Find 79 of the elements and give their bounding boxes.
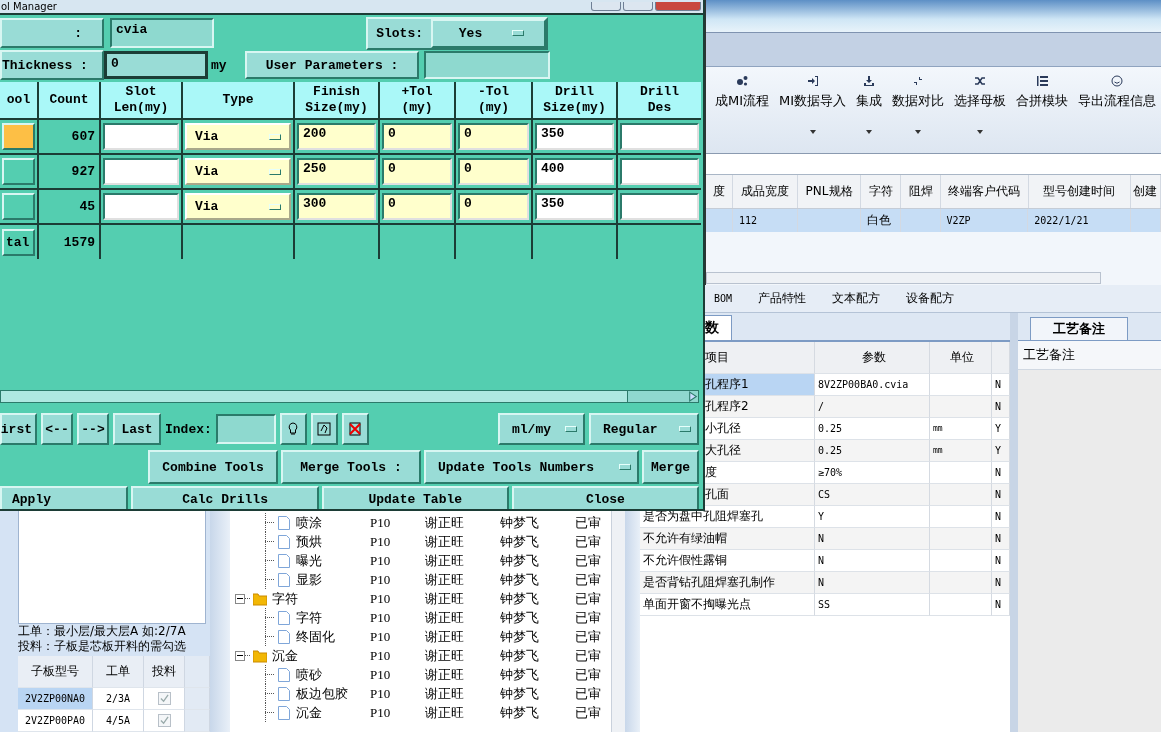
table-cell: 白色 [866, 212, 891, 229]
merge-tools-label: Merge Tools : [281, 450, 421, 484]
table-cell-text: 钟梦飞 [500, 513, 540, 532]
table-cell-text: 已审 [575, 665, 602, 684]
unit-label: my [210, 57, 228, 73]
column-header: Count [39, 82, 99, 118]
table-cell-text: 已审 [575, 589, 602, 608]
count-cell: 607 [71, 129, 95, 144]
column-header: Drill Des [618, 82, 701, 118]
table-cell-text: 钟梦飞 [500, 608, 540, 627]
table-cell: 112 [738, 215, 757, 226]
thickness-label: Thickness : [0, 50, 104, 80]
table-cell-text: 钟梦飞 [500, 551, 540, 570]
hint-text: 工单：最小层/最大层A 如:2/7A [18, 624, 187, 639]
table-cell: / [815, 396, 930, 418]
table-cell-text: 谢正旺 [425, 703, 465, 722]
slots-label: Slots: [376, 25, 423, 41]
count-cell: 1579 [63, 234, 95, 250]
count-cell: 45 [79, 199, 95, 214]
table-cell-text: P10 [370, 589, 392, 608]
table-cell: 2/3A [93, 688, 144, 710]
table-cell-text: 已审 [575, 703, 602, 722]
table-cell: CS [815, 484, 930, 506]
column-header: Finish Size(my) [295, 82, 378, 118]
table-cell: 0.25 [815, 440, 930, 462]
table-cell-text: 已审 [575, 646, 602, 665]
table-cell-text: 钟梦飞 [500, 703, 540, 722]
table-cell-text: 谢正旺 [425, 589, 465, 608]
table-cell-text: 已审 [575, 513, 602, 532]
table-cell-text: 钟梦飞 [500, 570, 540, 589]
column-header: Drill Size(my) [533, 82, 616, 118]
table-cell: 2022/1/21 [1034, 215, 1089, 226]
table-cell-text: P10 [370, 665, 392, 684]
table-cell-text: 钟梦飞 [500, 627, 540, 646]
table-cell: 4/5A [93, 710, 144, 732]
index-label: Index: [165, 421, 212, 437]
table-cell: mm [930, 440, 992, 462]
table-cell-text: 谢正旺 [425, 646, 465, 665]
table-cell-text: P10 [370, 703, 392, 722]
table-cell-text: 已审 [575, 608, 602, 627]
table-cell-text: P10 [370, 513, 392, 532]
table-cell: V2ZP [946, 215, 971, 226]
table-cell-text: 谢正旺 [425, 608, 465, 627]
table-cell-text: P10 [370, 684, 392, 703]
table-cell: N [815, 572, 930, 594]
table-cell-text: 已审 [575, 551, 602, 570]
table-cell-text: 钟梦飞 [500, 532, 540, 551]
table-cell-text: 钟梦飞 [500, 646, 540, 665]
count-cell: 927 [71, 164, 95, 179]
table-cell: N [815, 528, 930, 550]
table-cell-text: 已审 [575, 532, 602, 551]
table-cell-text: 已审 [575, 684, 602, 703]
column-header: Slot Len(my) [101, 82, 181, 118]
table-cell-text: 谢正旺 [425, 627, 465, 646]
column-header: -Tol (my) [456, 82, 531, 118]
column-header: ool [0, 82, 37, 118]
table-cell-text: P10 [370, 608, 392, 627]
table-cell-text: 谢正旺 [425, 665, 465, 684]
table-cell-text: 谢正旺 [425, 570, 465, 589]
table-cell-text: 谢正旺 [425, 684, 465, 703]
table-cell-text: 谢正旺 [425, 532, 465, 551]
table-cell-text: 钟梦飞 [500, 589, 540, 608]
table-cell-text: P10 [370, 646, 392, 665]
table-cell-text: 已审 [575, 570, 602, 589]
section-label: 工艺备注 [1023, 346, 1075, 364]
window-title: ol Manager [0, 0, 57, 13]
table-cell-text: 钟梦飞 [500, 665, 540, 684]
table-cell-text: P10 [370, 551, 392, 570]
table-cell-text: 谢正旺 [425, 513, 465, 532]
table-cell-text: P10 [370, 570, 392, 589]
table-cell-text: 谢正旺 [425, 551, 465, 570]
table-cell-text: P10 [370, 627, 392, 646]
table-cell-text: P10 [370, 532, 392, 551]
table-cell-text: 钟梦飞 [500, 684, 540, 703]
hint-text: 投料：子板是芯板开料的需勾选 [18, 639, 187, 654]
column-header: +Tol (my) [380, 82, 454, 118]
table-cell: SS [815, 594, 930, 616]
table-cell-text: 已审 [575, 627, 602, 646]
column-header: Type [183, 82, 293, 118]
